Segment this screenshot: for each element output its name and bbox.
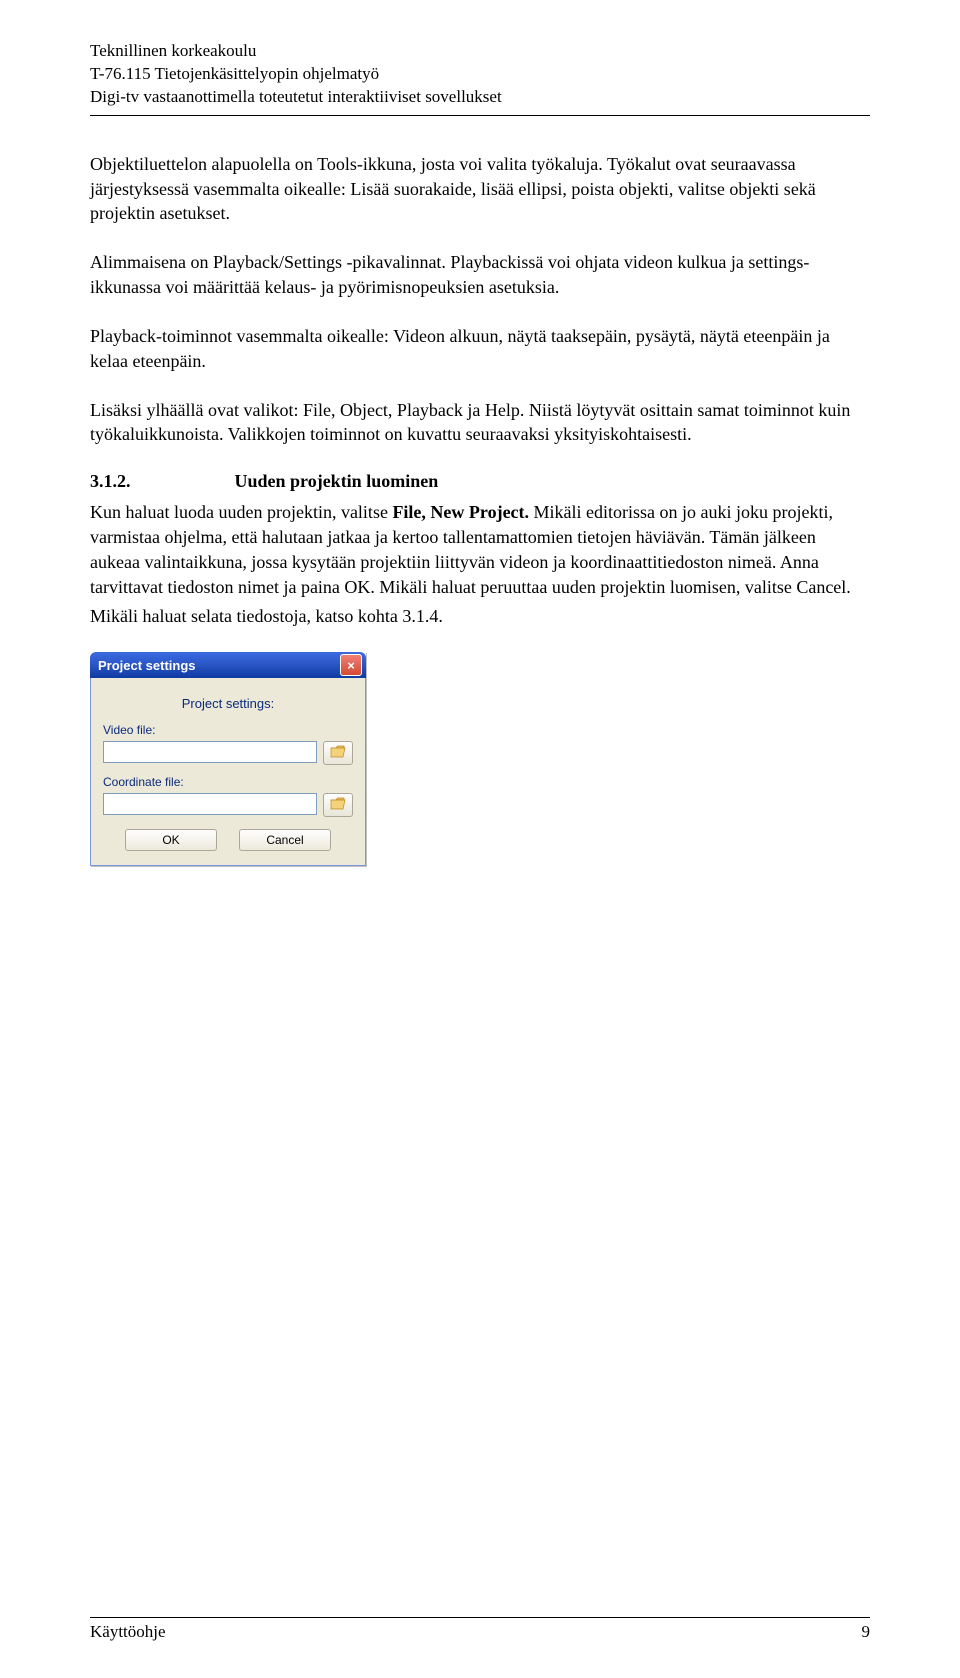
body-paragraph-2: Alimmaisena on Playback/Settings -pikava… (90, 250, 870, 300)
page-number: 9 (862, 1622, 871, 1642)
header-line-3: Digi-tv vastaanottimella toteutetut inte… (90, 86, 870, 109)
section-body-line2: Mikäli haluat selata tiedostoja, katso k… (90, 604, 870, 629)
footer-left: Käyttöohje (90, 1622, 166, 1642)
video-file-label: Video file: (103, 723, 353, 737)
video-file-browse-button[interactable] (323, 741, 353, 765)
section-number: 3.1.2. (90, 471, 230, 492)
coordinate-file-browse-button[interactable] (323, 793, 353, 817)
body-paragraph-4: Lisäksi ylhäällä ovat valikot: File, Obj… (90, 398, 870, 448)
page-footer: Käyttöohje 9 (90, 1617, 870, 1642)
ok-button[interactable]: OK (125, 829, 217, 851)
body-paragraph-3: Playback-toiminnot vasemmalta oikealle: … (90, 324, 870, 374)
close-button[interactable]: × (340, 654, 362, 676)
running-header: Teknillinen korkeakoulu T-76.115 Tietoje… (90, 40, 870, 109)
video-file-row (103, 741, 353, 765)
body-paragraph-1: Objektiluettelon alapuolella on Tools-ik… (90, 152, 870, 226)
dialog-body: Project settings: Video file: Coordinate… (90, 678, 366, 866)
header-rule (90, 115, 870, 116)
section-heading: 3.1.2. Uuden projektin luominen (90, 471, 870, 492)
dialog-heading: Project settings: (103, 696, 353, 711)
folder-icon (330, 745, 346, 761)
header-line-1: Teknillinen korkeakoulu (90, 40, 870, 63)
video-file-input[interactable] (103, 741, 317, 763)
close-icon: × (347, 659, 355, 672)
dialog-titlebar[interactable]: Project settings × (90, 652, 366, 678)
section-title: Uuden projektin luominen (235, 471, 439, 491)
section-body-pre: Kun haluat luoda uuden projektin, valits… (90, 502, 392, 522)
section-body: Kun haluat luoda uuden projektin, valits… (90, 500, 870, 599)
footer-rule (90, 1617, 870, 1618)
coordinate-file-input[interactable] (103, 793, 317, 815)
footer-row: Käyttöohje 9 (90, 1622, 870, 1642)
cancel-button[interactable]: Cancel (239, 829, 331, 851)
coordinate-file-row (103, 793, 353, 817)
folder-icon (330, 797, 346, 813)
dialog-button-row: OK Cancel (103, 829, 353, 851)
project-settings-dialog: Project settings × Project settings: Vid… (90, 652, 366, 866)
dialog-title: Project settings (98, 658, 340, 673)
page: Teknillinen korkeakoulu T-76.115 Tietoje… (0, 0, 960, 1678)
section-body-bold: File, New Project. (392, 502, 529, 522)
coordinate-file-label: Coordinate file: (103, 775, 353, 789)
header-line-2: T-76.115 Tietojenkäsittelyopin ohjelmaty… (90, 63, 870, 86)
